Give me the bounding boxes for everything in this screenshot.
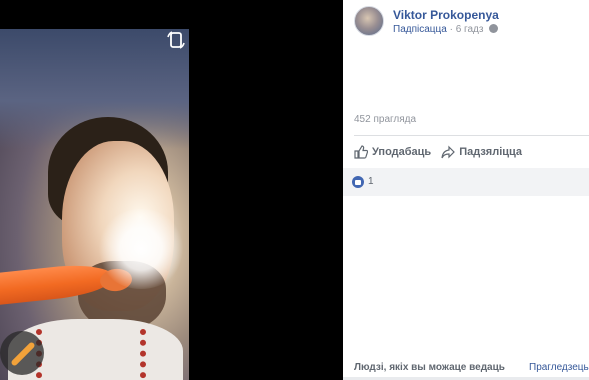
reaction-count: 1 <box>368 176 374 187</box>
post-time[interactable]: 6 гадз <box>456 24 484 35</box>
video-embroidery <box>36 329 146 380</box>
avatar[interactable] <box>354 6 384 36</box>
share-arrow-icon <box>441 145 456 159</box>
post-actions: Уподабаць Падзяліцца <box>354 143 522 161</box>
meta-separator: · <box>449 24 453 35</box>
thumbs-up-icon <box>354 145 368 159</box>
share-button[interactable]: Падзяліцца <box>441 143 522 161</box>
paintbrush-icon[interactable] <box>0 331 44 375</box>
share-label: Падзяліцца <box>459 146 523 158</box>
like-reaction-icon <box>352 176 364 188</box>
see-all-link[interactable]: Прагледзець у <box>529 362 589 373</box>
globe-icon <box>489 24 499 33</box>
divider <box>354 135 589 136</box>
author-name[interactable]: Viktor Prokopenya <box>393 8 499 22</box>
post-meta: Падпісацца · 6 гадз <box>393 24 499 35</box>
post-panel: Viktor Prokopenya Падпісацца · 6 гадз 45… <box>343 0 589 380</box>
suggestions-title: Людзі, якіх вы можаце ведаць <box>354 362 505 373</box>
follow-link[interactable]: Падпісацца <box>393 24 447 35</box>
like-label: Уподабаць <box>372 146 432 158</box>
video-viewer <box>0 0 343 380</box>
video-frame[interactable] <box>0 29 189 380</box>
view-count: 452 прагляда <box>354 114 417 125</box>
rotate-phone-icon[interactable] <box>166 31 186 49</box>
like-button[interactable]: Уподабаць <box>354 143 431 161</box>
reactions-bar[interactable]: 1 <box>343 168 589 196</box>
light-flash <box>96 209 186 289</box>
